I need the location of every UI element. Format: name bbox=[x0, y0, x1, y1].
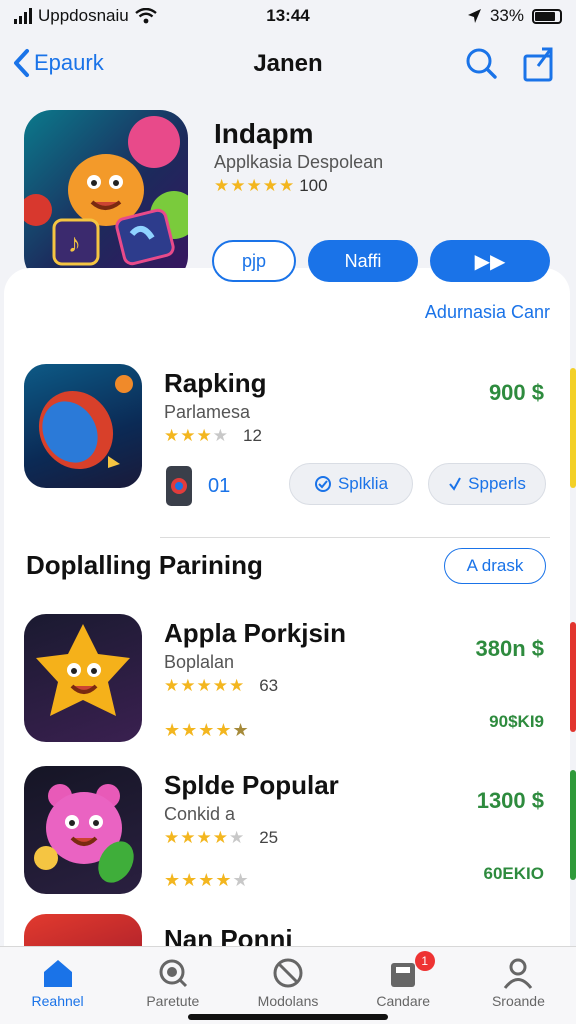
home-icon bbox=[43, 960, 72, 987]
list-item-rating: ★★★★★ 25 bbox=[164, 828, 278, 848]
star-character-icon bbox=[36, 624, 130, 716]
tab-search[interactable]: Paretute bbox=[115, 947, 230, 1024]
rating-stars: ★★★★ bbox=[164, 426, 229, 445]
list-item-title: Splde Popular bbox=[164, 770, 339, 800]
svg-text:♪: ♪ bbox=[68, 228, 81, 258]
search-icon[interactable] bbox=[464, 46, 498, 80]
tab-label: Candare bbox=[376, 993, 431, 1009]
featured-button-2[interactable]: Spperls bbox=[428, 463, 546, 505]
list-app-icon[interactable] bbox=[24, 614, 142, 742]
rating-stars: ★★★★★ bbox=[164, 676, 246, 695]
edge-preview bbox=[570, 368, 576, 488]
app-icon[interactable]: ♪ bbox=[24, 110, 188, 284]
tab-inbox[interactable]: 1 Candare bbox=[346, 947, 461, 1024]
device-icon bbox=[166, 466, 192, 506]
tab-bar: Reahnel Paretute Modolans 1 Candare Sroa… bbox=[0, 946, 576, 1024]
ring-art-icon bbox=[38, 375, 133, 470]
list-item[interactable]: Splde Popular Conkid a ★★★★★ 25 ★★★★★ 13… bbox=[24, 766, 548, 906]
notification-badge: 1 bbox=[414, 951, 435, 971]
nav-actions bbox=[464, 46, 556, 82]
tab-home[interactable]: Reahnel bbox=[0, 947, 115, 1024]
device-count: 01 bbox=[208, 474, 231, 497]
tab-profile[interactable]: Sroande bbox=[461, 947, 576, 1024]
list-item[interactable]: Nan Ponni bbox=[24, 914, 548, 948]
tab-label: Modolans bbox=[257, 993, 319, 1009]
edge-preview bbox=[570, 770, 576, 880]
rating-count: 12 bbox=[242, 426, 262, 445]
app-rating: ★★★★★ 100 bbox=[214, 176, 328, 196]
list-app-icon[interactable] bbox=[24, 766, 142, 894]
share-icon[interactable] bbox=[522, 46, 556, 82]
featured-title: Rapking bbox=[164, 368, 267, 398]
featured-subtitle: Parlamesa bbox=[164, 402, 251, 422]
check-icon bbox=[449, 477, 462, 491]
divider bbox=[160, 537, 550, 538]
hero-button-2[interactable]: Naffi bbox=[308, 240, 418, 282]
rating-stars: ★★★★★ bbox=[214, 176, 296, 195]
status-bar: Uppdosnaiu 13:44 33% bbox=[0, 0, 576, 34]
secondary-stars: ★★★★★ bbox=[164, 870, 250, 890]
tab-label: Sroande bbox=[491, 993, 545, 1009]
battery-percent: 33% bbox=[489, 6, 524, 25]
app-subtitle: Applkasia Despolean bbox=[214, 152, 384, 172]
location-icon bbox=[467, 9, 481, 23]
home-indicator[interactable] bbox=[188, 1014, 388, 1020]
list-item[interactable]: Appla Porkjsin Boplalan ★★★★★ 63 ★★★★★ 3… bbox=[24, 614, 548, 754]
game-art-icon: ♪ bbox=[24, 116, 188, 266]
edge-preview bbox=[570, 622, 576, 732]
play-button[interactable]: ▶▶ bbox=[430, 240, 550, 282]
rating-count: 63 bbox=[259, 676, 279, 695]
status-right: 33% bbox=[466, 6, 562, 26]
rating-value: 100 bbox=[299, 176, 328, 195]
section-title: Doplalling Parining bbox=[26, 550, 263, 580]
featured-button-1-label: Splklia bbox=[337, 474, 389, 493]
rating-count: 25 bbox=[259, 828, 279, 847]
tab-blocked[interactable]: Modolans bbox=[230, 947, 345, 1024]
featured-button-2-label: Spperls bbox=[468, 474, 526, 493]
list-item-price-secondary: 60EKIO bbox=[483, 864, 544, 883]
tab-label: Reahnel bbox=[31, 993, 84, 1009]
list-item-rating: ★★★★★ 63 bbox=[164, 676, 278, 696]
search-icon bbox=[159, 959, 187, 988]
list-item-subtitle: Boplalan bbox=[164, 652, 235, 672]
see-all-link[interactable]: Adurnasia Canr bbox=[425, 302, 550, 323]
block-icon bbox=[273, 958, 303, 988]
list-item-price: 1300 $ bbox=[476, 788, 544, 813]
person-icon bbox=[504, 958, 533, 989]
featured-price: 900 $ bbox=[488, 380, 544, 405]
list-item-subtitle: Conkid a bbox=[164, 804, 236, 824]
list-app-icon[interactable] bbox=[24, 914, 142, 948]
battery-icon bbox=[532, 8, 562, 24]
navigation-bar: Epaurk Janen bbox=[0, 40, 576, 90]
featured-app-row[interactable]: Rapking Parlamesa ★★★★ 12 900 $ 01 Splkl… bbox=[24, 364, 548, 514]
featured-app-icon[interactable] bbox=[24, 364, 142, 488]
list-item-price-secondary: 90$KI9 bbox=[489, 712, 544, 731]
bear-character-icon bbox=[34, 784, 134, 883]
list-item-title: Nan Ponni bbox=[164, 924, 293, 948]
list-item-title: Appla Porkjsin bbox=[164, 618, 347, 648]
featured-button-1[interactable]: Splklia bbox=[289, 463, 413, 505]
app-title: Indapm bbox=[214, 118, 314, 149]
list-item-price: 380n $ bbox=[475, 636, 545, 661]
section-action-button[interactable]: A drask bbox=[444, 548, 546, 584]
rating-stars: ★★★★★ bbox=[164, 828, 246, 847]
check-circle-icon bbox=[314, 476, 331, 492]
secondary-stars: ★★★★★ bbox=[164, 720, 250, 740]
hero-button-1[interactable]: pjp bbox=[212, 240, 296, 282]
hero-buttons: pjp Naffi ▶▶ bbox=[212, 240, 550, 282]
featured-rating: ★★★★ 12 bbox=[164, 426, 262, 446]
featured-device: 01 bbox=[164, 464, 230, 508]
tab-label: Paretute bbox=[146, 993, 200, 1009]
